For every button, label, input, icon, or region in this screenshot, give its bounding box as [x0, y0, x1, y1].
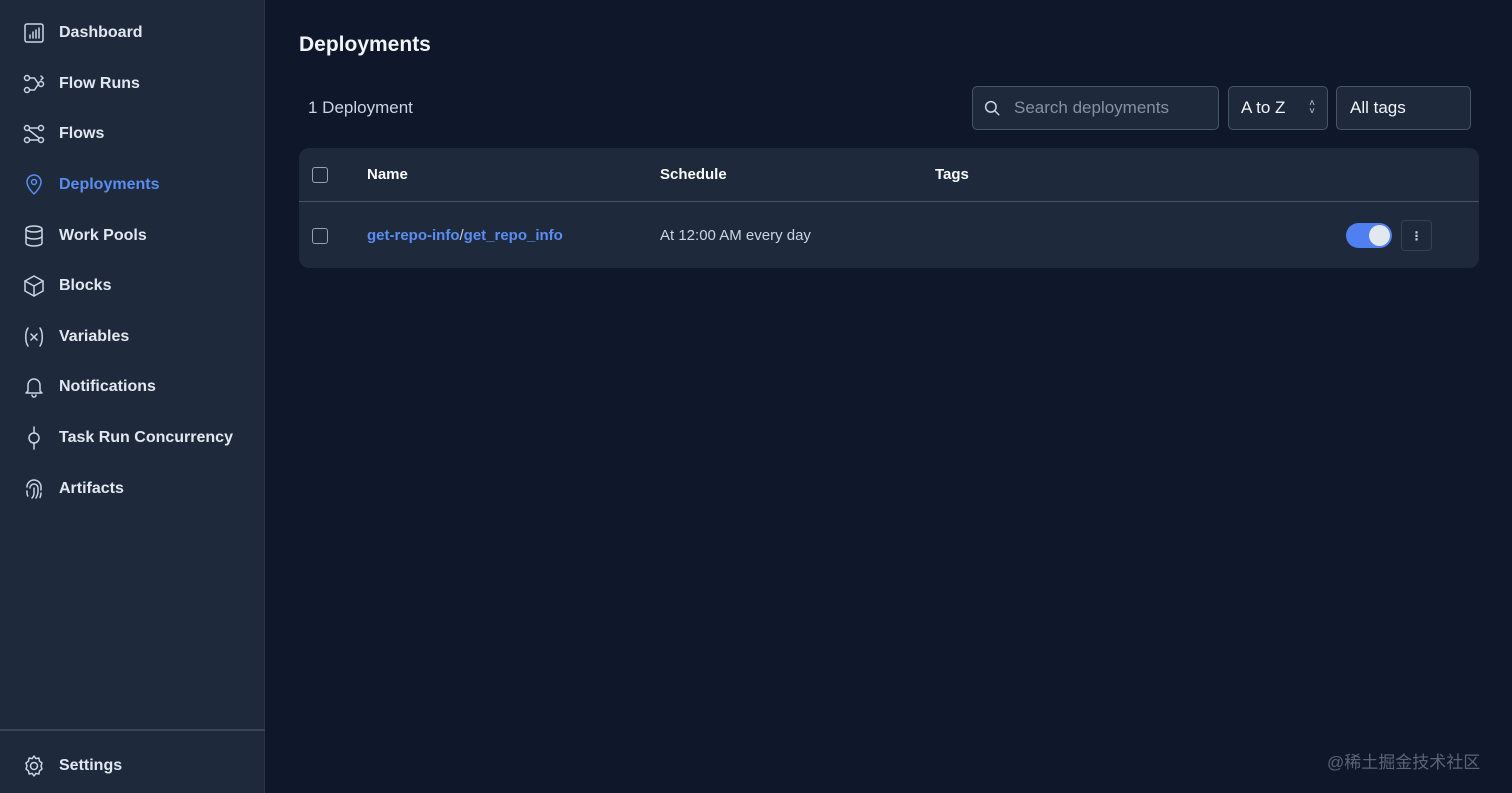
watermark: @稀土掘金技术社区	[1327, 753, 1481, 772]
toggle-knob	[1369, 225, 1390, 246]
database-icon	[22, 224, 46, 248]
column-header-name[interactable]: Name	[367, 166, 408, 183]
sidebar-item-label: Blocks	[59, 277, 112, 295]
sidebar-item-deployments[interactable]: Deployments	[0, 160, 265, 211]
flow-runs-icon	[22, 72, 46, 96]
sidebar-nav: Dashboard Flow Runs Flows Deployments Wo…	[0, 8, 265, 514]
sidebar-item-label: Artifacts	[59, 479, 124, 497]
concurrency-icon	[22, 426, 46, 450]
cube-icon	[22, 274, 46, 298]
schedule-cell: At 12:00 AM every day	[660, 227, 811, 244]
sidebar-item-label: Flow Runs	[59, 74, 140, 92]
variable-icon	[22, 325, 46, 349]
search-box[interactable]	[972, 86, 1219, 130]
deployment-name-cell: get-repo-info/get_repo_info	[367, 227, 563, 244]
table-row: get-repo-info/get_repo_info At 12:00 AM …	[299, 202, 1479, 268]
sidebar-item-flows[interactable]: Flows	[0, 109, 265, 160]
deployment-name-link[interactable]: get_repo_info	[464, 227, 563, 244]
search-icon	[983, 99, 1001, 117]
sort-select[interactable]: A to Z ˄ ˅	[1228, 86, 1328, 130]
sidebar-item-task-run-concurrency[interactable]: Task Run Concurrency	[0, 413, 265, 464]
sidebar-item-artifacts[interactable]: Artifacts	[0, 463, 265, 514]
sidebar: Dashboard Flow Runs Flows Deployments Wo…	[0, 0, 265, 793]
sidebar-item-label: Settings	[59, 757, 123, 775]
sidebar-item-label: Notifications	[59, 378, 156, 396]
row-menu-button[interactable]: ⋮	[1401, 220, 1432, 251]
sidebar-item-label: Deployments	[59, 176, 160, 194]
column-header-tags[interactable]: Tags	[935, 166, 969, 183]
sidebar-item-work-pools[interactable]: Work Pools	[0, 210, 265, 261]
row-checkbox[interactable]	[312, 228, 328, 244]
tags-filter-value: All tags	[1350, 98, 1406, 117]
flow-name-link[interactable]: get-repo-info	[367, 227, 459, 244]
search-input[interactable]	[1014, 98, 1204, 118]
deployments-table: Name Schedule Tags get-repo-info/get_rep…	[299, 148, 1479, 268]
deployment-active-toggle[interactable]	[1346, 223, 1392, 248]
sidebar-item-blocks[interactable]: Blocks	[0, 261, 265, 312]
sidebar-item-label: Variables	[59, 327, 130, 345]
chevron-up-down-icon: ˄ ˅	[1309, 98, 1315, 117]
gear-icon	[22, 754, 46, 778]
more-vertical-icon: ⋮	[1410, 228, 1423, 243]
sidebar-settings-section: Settings	[0, 741, 265, 792]
sidebar-item-variables[interactable]: Variables	[0, 312, 265, 363]
tags-filter-select[interactable]: All tags	[1336, 86, 1471, 130]
sidebar-item-flow-runs[interactable]: Flow Runs	[0, 59, 265, 110]
table-header-row: Name Schedule Tags	[299, 148, 1479, 202]
main-content: Deployments 1 Deployment A to Z ˄˅ All t…	[265, 0, 1512, 793]
sidebar-item-notifications[interactable]: Notifications	[0, 362, 265, 413]
deployment-count: 1 Deployment	[308, 98, 413, 117]
select-all-checkbox[interactable]	[312, 167, 328, 183]
flows-icon	[22, 122, 46, 146]
column-header-schedule[interactable]: Schedule	[660, 166, 727, 183]
sidebar-item-label: Work Pools	[59, 226, 147, 244]
page-title: Deployments	[299, 33, 431, 56]
sidebar-divider	[0, 729, 265, 731]
dashboard-icon	[22, 21, 46, 45]
fingerprint-icon	[22, 477, 46, 501]
sidebar-item-label: Flows	[59, 125, 105, 143]
map-pin-icon	[22, 173, 46, 197]
sidebar-item-settings[interactable]: Settings	[0, 741, 265, 792]
sidebar-item-label: Dashboard	[59, 24, 143, 42]
sort-select-value: A to Z	[1241, 98, 1286, 117]
sidebar-item-dashboard[interactable]: Dashboard	[0, 8, 265, 59]
sidebar-item-label: Task Run Concurrency	[59, 429, 233, 447]
bell-icon	[22, 375, 46, 399]
